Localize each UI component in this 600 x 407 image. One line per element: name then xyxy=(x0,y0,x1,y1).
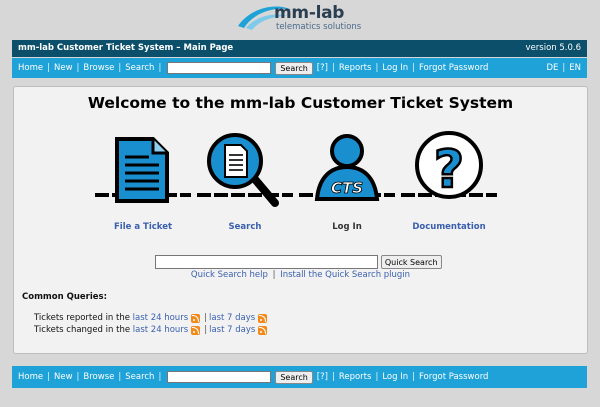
footer-new-link[interactable]: New xyxy=(54,372,73,382)
quick-search-links: Quick Search help | Install the Quick Se… xyxy=(190,270,411,280)
tile-file-ticket[interactable]: File a Ticket xyxy=(93,131,193,241)
nav-new-link[interactable]: New xyxy=(54,63,73,73)
quick-search-help-link[interactable]: Quick Search help xyxy=(191,270,268,280)
nav-login-link[interactable]: Log In xyxy=(382,63,408,73)
tile-documentation-label[interactable]: Documentation xyxy=(399,222,499,232)
tile-search[interactable]: Search xyxy=(195,131,295,241)
nav-search-input[interactable] xyxy=(167,62,272,74)
question-mark-icon: ? xyxy=(401,131,497,201)
nav-reports-link[interactable]: Reports xyxy=(339,63,372,73)
query-row-reported: Tickets reported in the last 24 hours | … xyxy=(34,312,271,324)
reported-24h-link[interactable]: last 24 hours xyxy=(133,313,188,323)
rss-icon[interactable] xyxy=(258,325,268,335)
footer-search-button[interactable]: Search xyxy=(275,370,313,384)
quick-search-button[interactable]: Quick Search xyxy=(380,255,442,269)
footer-home-link[interactable]: Home xyxy=(18,372,43,382)
common-queries-title: Common Queries: xyxy=(22,292,108,302)
footer-forgot-password-link[interactable]: Forgot Password xyxy=(419,372,488,382)
footer-login-link[interactable]: Log In xyxy=(382,372,408,382)
tile-login[interactable]: CTS Log In xyxy=(297,131,397,241)
footer-browse-link[interactable]: Browse xyxy=(83,372,114,382)
action-tiles: File a Ticket Search CTS Log In ? Docume… xyxy=(14,131,587,241)
welcome-heading: Welcome to the mm-lab Customer Ticket Sy… xyxy=(87,94,514,112)
footer-search-link[interactable]: Search xyxy=(125,372,154,382)
version-label: version 5.0.6 xyxy=(525,43,581,53)
language-switcher: DE | EN xyxy=(546,63,581,73)
nav-search-button[interactable]: Search xyxy=(275,61,313,75)
rss-icon[interactable] xyxy=(191,325,201,335)
lang-en-link[interactable]: EN xyxy=(569,63,581,73)
title-bar: mm-lab Customer Ticket System – Main Pag… xyxy=(12,40,587,57)
footer-reports-link[interactable]: Reports xyxy=(339,372,372,382)
tile-search-label[interactable]: Search xyxy=(195,222,295,232)
document-icon xyxy=(95,137,191,203)
quick-search-form: Quick Search xyxy=(155,255,442,269)
lang-de-link[interactable]: DE xyxy=(546,63,558,73)
quick-search-input[interactable] xyxy=(155,255,378,269)
changed-24h-link[interactable]: last 24 hours xyxy=(133,325,188,335)
footer-search-input[interactable] xyxy=(167,371,272,383)
main-panel: Welcome to the mm-lab Customer Ticket Sy… xyxy=(13,86,588,354)
magnifier-icon xyxy=(197,133,293,207)
rss-icon[interactable] xyxy=(258,313,268,323)
nav-search-link[interactable]: Search xyxy=(125,63,154,73)
bottom-nav-bar: Home | New | Browse | Search | Search [?] | R… xyxy=(12,366,587,388)
tile-login-label[interactable]: Log In xyxy=(297,222,397,232)
changed-7d-link[interactable]: last 7 days xyxy=(209,325,255,335)
nav-help-link[interactable]: [?] xyxy=(317,63,328,73)
tile-file-ticket-label[interactable]: File a Ticket xyxy=(93,222,193,232)
install-plugin-link[interactable]: Install the Quick Search plugin xyxy=(280,270,410,280)
page-title: mm-lab Customer Ticket System – Main Pag… xyxy=(18,43,234,53)
logo: mm-lab telematics solutions xyxy=(236,2,376,36)
logo-tagline: telematics solutions xyxy=(276,22,362,32)
top-nav-bar: Home | New | Browse | Search | Search [?] | R… xyxy=(12,58,587,78)
footer-help-link[interactable]: [?] xyxy=(317,372,328,382)
tile-documentation[interactable]: ? Documentation xyxy=(399,131,499,241)
logo-brand: mm-lab xyxy=(274,3,345,23)
question-glyph: ? xyxy=(434,140,464,200)
nav-home-link[interactable]: Home xyxy=(18,63,43,73)
nav-forgot-password-link[interactable]: Forgot Password xyxy=(419,63,488,73)
nav-browse-link[interactable]: Browse xyxy=(83,63,114,73)
reported-7d-link[interactable]: last 7 days xyxy=(209,313,255,323)
user-cts-icon: CTS xyxy=(299,134,395,201)
cts-text: CTS xyxy=(331,179,363,197)
rss-icon[interactable] xyxy=(191,313,201,323)
query-row-changed: Tickets changed in the last 24 hours | l… xyxy=(34,324,271,336)
